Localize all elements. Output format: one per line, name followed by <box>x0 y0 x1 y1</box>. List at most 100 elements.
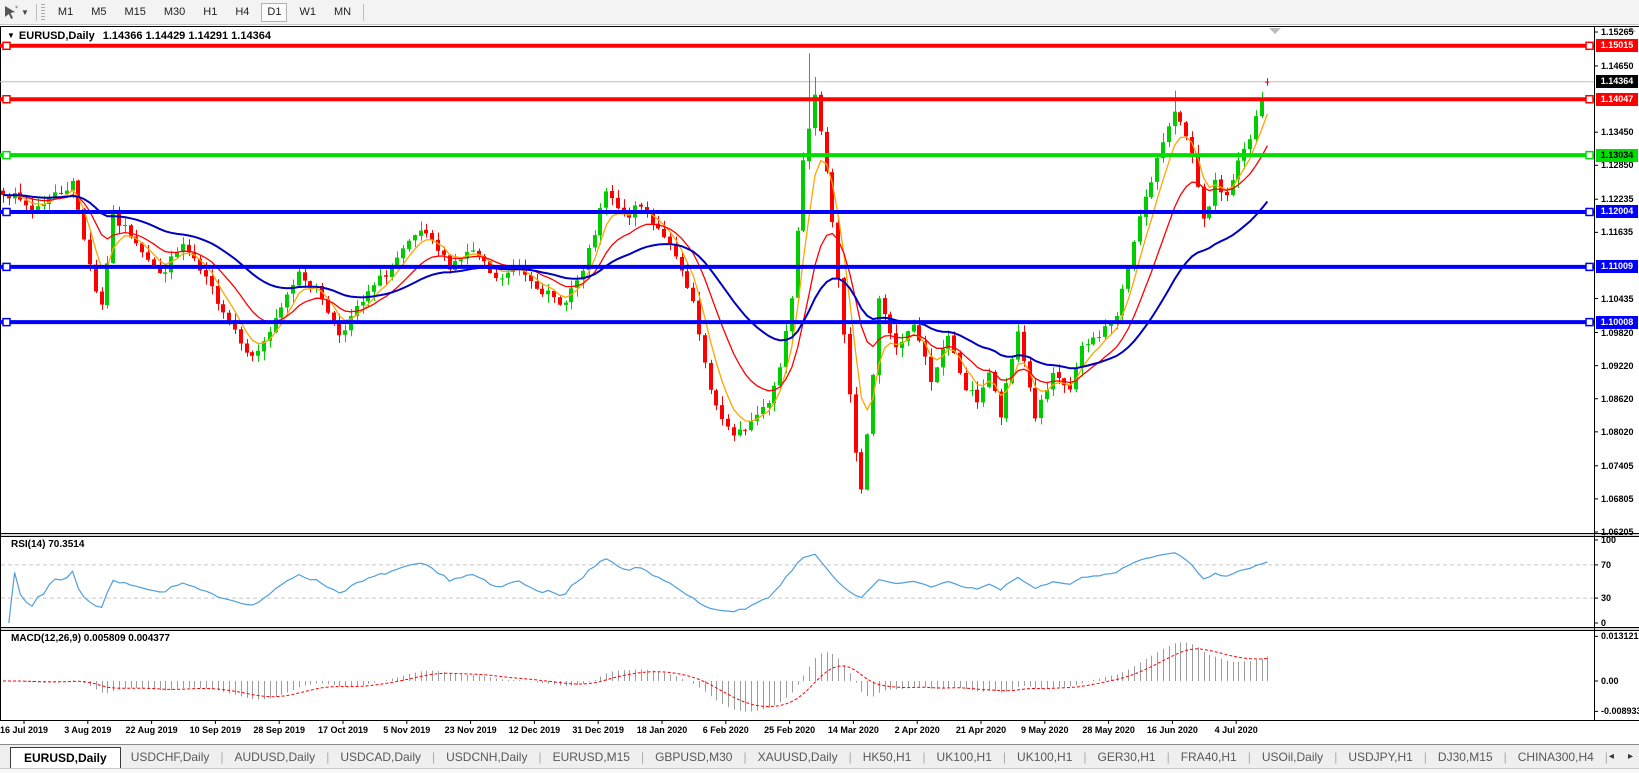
date-axis-label: 10 Sep 2019 <box>189 725 242 735</box>
timeframe-button-m5[interactable]: M5 <box>85 3 112 22</box>
date-axis-label: 16 Jun 2020 <box>1146 725 1198 735</box>
tab-eurusd-m15[interactable]: EURUSD,M15 <box>543 750 640 764</box>
tab-uk100-h1[interactable]: UK100,H1 <box>1007 750 1082 764</box>
chart-canvas[interactable] <box>0 0 1639 773</box>
hline-handle-right[interactable] <box>1585 41 1594 51</box>
rsi-line <box>8 552 1268 624</box>
price-level-badge: 1.15015 <box>1596 39 1638 53</box>
macd-axis-label: -0.008933 <box>1601 706 1639 717</box>
tab-gbpusd-m30[interactable]: GBPUSD,M30 <box>645 750 742 764</box>
rsi-axis-label: 70 <box>1601 559 1612 570</box>
price-axis-label: 1.09820 <box>1601 327 1634 338</box>
tab-scroll-right-icon[interactable]: ▸ <box>1628 751 1633 762</box>
tab-ger30-h1[interactable]: GER30,H1 <box>1088 750 1166 764</box>
candlestick-series[interactable] <box>1 53 1269 494</box>
tab-scroll-arrows: ◂ ▸ <box>1609 751 1633 762</box>
hline-handle-left[interactable] <box>2 94 11 104</box>
timeframe-button-m15[interactable]: M15 <box>118 3 151 22</box>
rsi-axis-label: 30 <box>1601 593 1612 604</box>
hline-handle-right[interactable] <box>1585 94 1594 104</box>
date-axis-label: 6 Feb 2020 <box>702 725 749 735</box>
date-axis-label: 16 Jul 2019 <box>0 725 49 735</box>
price-axis-label: 1.08620 <box>1601 393 1634 404</box>
hline-handle-left[interactable] <box>2 317 11 327</box>
cursor-tool-dropdown-icon[interactable]: ▼ <box>21 8 29 17</box>
date-axis-label: 14 Mar 2020 <box>827 725 879 735</box>
tab-fra40-h1[interactable]: FRA40,H1 <box>1171 750 1247 764</box>
timeframe-button-h4[interactable]: H4 <box>229 3 255 22</box>
timeframe-button-h1[interactable]: H1 <box>197 3 223 22</box>
tab-xauusd-daily[interactable]: XAUUSD,Daily <box>748 750 848 764</box>
toolbar-grip[interactable] <box>40 4 45 20</box>
hline-handle-left[interactable] <box>2 41 11 51</box>
tab-audusd-daily[interactable]: AUDUSD,Daily <box>225 750 326 764</box>
price-axis-label: 1.06805 <box>1601 493 1634 504</box>
price-level-badge: 1.13034 <box>1596 148 1638 162</box>
current-price-badge: 1.14364 <box>1596 75 1638 89</box>
tab-separator: | <box>922 749 926 764</box>
date-axis-label: 17 Oct 2019 <box>317 725 369 735</box>
rsi-axis-label: 0 <box>1601 618 1607 628</box>
date-axis-label: 18 Jan 2020 <box>636 725 688 735</box>
tab-usdcad-daily[interactable]: USDCAD,Daily <box>330 750 431 764</box>
hline-handle-right[interactable] <box>1585 262 1594 272</box>
tab-separator: | <box>1083 749 1087 764</box>
price-level-badge: 1.10008 <box>1596 315 1638 329</box>
chart-title-dropdown-icon[interactable]: ▼ <box>7 31 15 40</box>
tab-dj30-m15[interactable]: DJ30,M15 <box>1428 750 1503 764</box>
price-axis-label: 1.10435 <box>1601 293 1634 304</box>
price-axis-label: 1.08020 <box>1601 426 1634 437</box>
rsi-axis-label: 100 <box>1601 535 1617 545</box>
tab-usoil-daily[interactable]: USOil,Daily <box>1252 750 1333 764</box>
price-axis-label: 1.15265 <box>1601 27 1634 37</box>
date-axis-label: 21 Apr 2020 <box>955 725 1007 735</box>
hline-handle-right[interactable] <box>1585 317 1594 327</box>
tab-separator: | <box>432 749 436 764</box>
hline-handle-right[interactable] <box>1585 150 1594 160</box>
tab-separator: | <box>848 749 852 764</box>
cursor-tool-icon[interactable] <box>2 3 20 21</box>
hline-handle-right[interactable] <box>1585 207 1594 217</box>
timeframe-button-m30[interactable]: M30 <box>158 3 191 22</box>
tab-eurusd-daily[interactable]: EURUSD,Daily <box>10 747 121 768</box>
macd-histogram <box>9 642 1268 712</box>
tab-usdjpy-h1[interactable]: USDJPY,H1 <box>1338 750 1422 764</box>
toolbar-separator-end <box>363 3 365 21</box>
chart-shift-marker-icon[interactable] <box>1269 28 1281 34</box>
price-axis-label: 1.12235 <box>1601 194 1634 205</box>
tab-separator: | <box>1423 749 1427 764</box>
price-level-badge: 1.14047 <box>1596 92 1638 106</box>
timeframe-button-w1[interactable]: W1 <box>293 3 322 22</box>
price-axis-label: 1.13450 <box>1601 127 1634 138</box>
tab-uk100-h1[interactable]: UK100,H1 <box>927 750 1002 764</box>
price-axis-label: 1.07405 <box>1601 460 1634 471</box>
price-level-badge: 1.11009 <box>1596 260 1638 274</box>
tab-china300-h4[interactable]: CHINA300,H4 <box>1508 750 1604 764</box>
timeframe-button-d1[interactable]: D1 <box>261 2 288 22</box>
tab-separator: | <box>326 749 330 764</box>
tab-separator: | <box>1604 749 1608 764</box>
date-axis-label: 22 Aug 2019 <box>125 725 178 735</box>
hline-handle-left[interactable] <box>2 207 11 217</box>
tab-separator: | <box>220 749 224 764</box>
date-axis-label: 31 Dec 2019 <box>572 725 624 735</box>
timeframe-button-m1[interactable]: M1 <box>52 3 79 22</box>
tab-hk50-h1[interactable]: HK50,H1 <box>853 750 922 764</box>
hline-handle-left[interactable] <box>2 150 11 160</box>
tab-usdcnh-daily[interactable]: USDCNH,Daily <box>436 750 537 764</box>
timeframe-button-group: M1 M5 M15 M30 H1 H4 D1 W1 MN <box>49 2 360 22</box>
date-axis-label: 4 Jul 2020 <box>1214 725 1258 735</box>
timeframe-button-mn[interactable]: MN <box>328 3 357 22</box>
tab-scroll-left-icon[interactable]: ◂ <box>1609 751 1614 762</box>
macd-axis-label: 0.00 <box>1601 676 1619 686</box>
rsi-indicator-label: RSI(14) 70.3514 <box>11 539 85 550</box>
hline-handle-left[interactable] <box>2 262 11 272</box>
tab-usdchf-daily[interactable]: USDCHF,Daily <box>121 750 220 764</box>
date-axis-label: 5 Nov 2019 <box>383 725 431 735</box>
tab-separator: | <box>743 749 747 764</box>
macd-axis-label: 0.013121 <box>1601 631 1639 642</box>
date-axis-label: 2 Apr 2020 <box>894 725 940 735</box>
price-axis-label: 1.12850 <box>1601 160 1634 171</box>
toolbar: ▼ M1 M5 M15 M30 H1 H4 D1 W1 MN <box>0 0 1639 25</box>
tab-separator: | <box>1002 749 1007 764</box>
